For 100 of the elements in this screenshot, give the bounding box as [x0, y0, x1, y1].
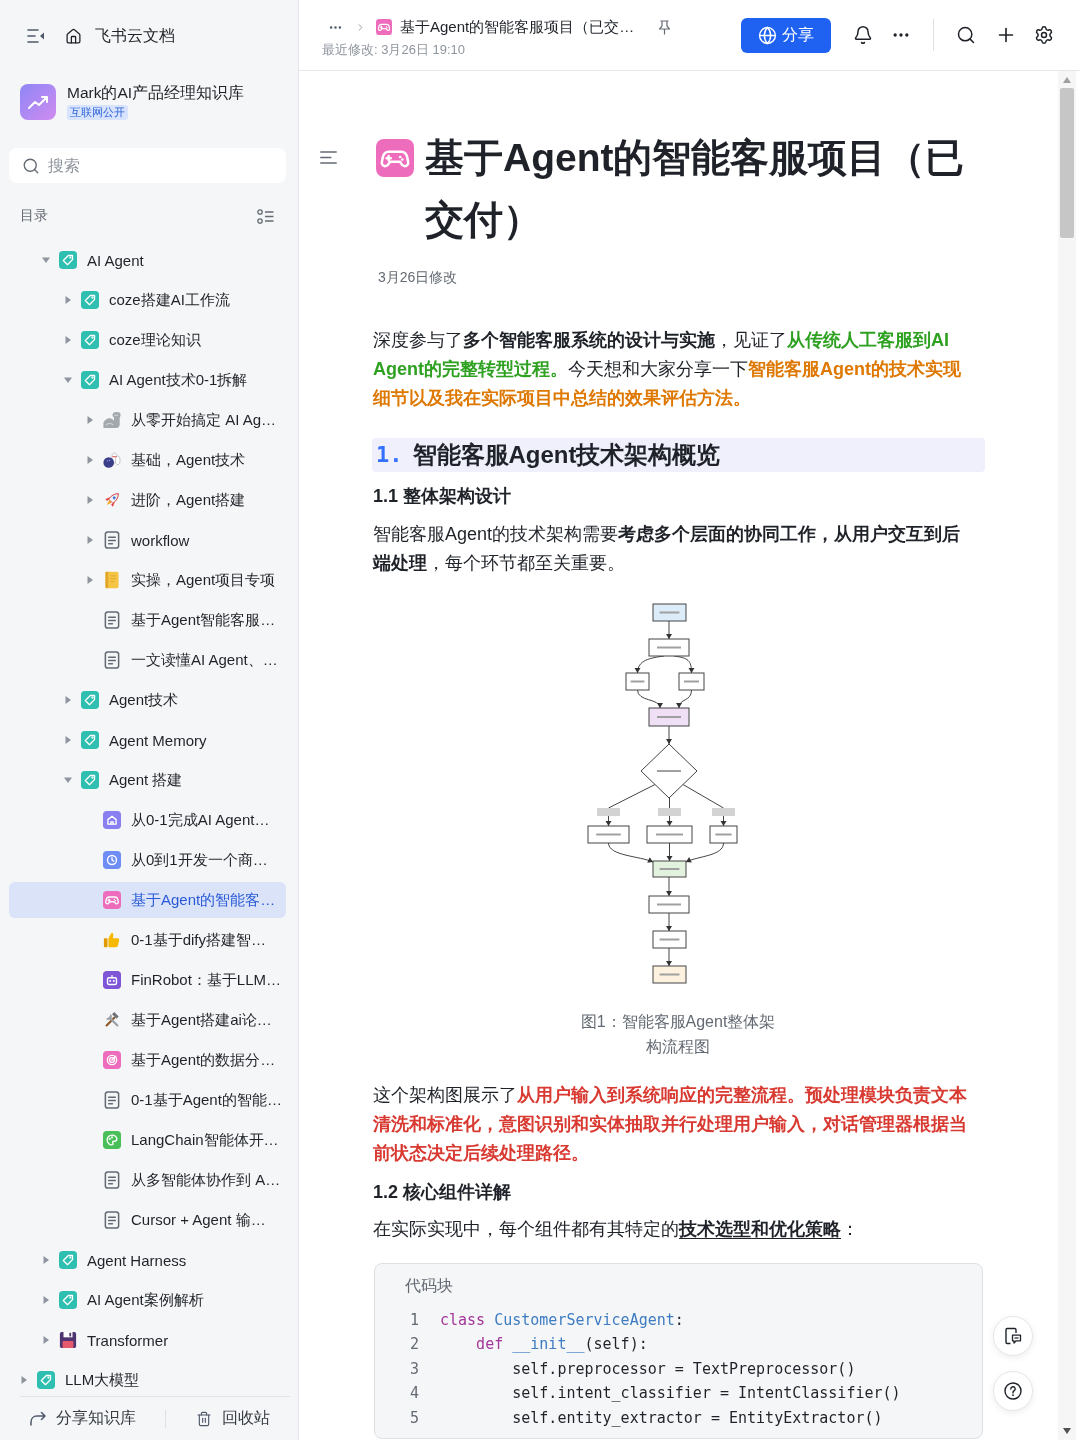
target-icon: [103, 1051, 121, 1069]
caret-icon[interactable]: [86, 576, 94, 584]
house-icon: [103, 811, 121, 829]
flowchart-node: [625, 672, 650, 691]
tree-item[interactable]: 从多智能体协作到 A…: [9, 1162, 286, 1198]
edge-label: [597, 808, 620, 816]
gamepad-icon: [103, 891, 121, 909]
tree-item[interactable]: Agent 搭建: [9, 762, 286, 798]
gamepad-icon: [376, 139, 414, 177]
tree-item[interactable]: Transformer: [9, 1322, 286, 1358]
connector-line: [682, 784, 724, 809]
tag-icon: [37, 1371, 55, 1389]
code-line: self.intent_classifier = IntentClassifier(): [511, 1384, 901, 1403]
visibility-badge: 互联网公开: [67, 105, 128, 120]
tree-item[interactable]: workflow: [9, 522, 286, 558]
caret-icon[interactable]: [64, 336, 72, 344]
bell-icon[interactable]: [853, 25, 873, 45]
caret-icon[interactable]: [42, 1296, 50, 1304]
caret-icon[interactable]: [86, 456, 94, 464]
tree-item[interactable]: 0-1基于Agent的智能…: [9, 1082, 286, 1118]
flowchart-node: [678, 672, 705, 691]
pin-icon[interactable]: [658, 19, 672, 35]
caret-icon[interactable]: [86, 536, 94, 544]
code-line: self.preprocessor = TextPreprocessor(): [511, 1359, 856, 1378]
collapse-sidebar-icon[interactable]: [27, 28, 45, 44]
tree-item[interactable]: 实操，Agent项目专项: [9, 562, 286, 598]
globe-icon: [758, 25, 777, 45]
comments-button[interactable]: [993, 1316, 1033, 1356]
paragraph: 在实际实现中，每个组件都有其特定的技术选型和优化策略：: [373, 1218, 860, 1241]
tree-item[interactable]: LLM大模型: [9, 1362, 286, 1396]
tree-item[interactable]: FinRobot：基于LLM…: [9, 962, 286, 998]
home-icon: [65, 27, 82, 45]
caret-icon[interactable]: [64, 696, 72, 704]
scroll-down-arrow-icon[interactable]: [1063, 1428, 1071, 1434]
section-heading: 1.2 核心组件详解: [373, 1180, 512, 1204]
flowchart-node: [709, 825, 738, 844]
caret-icon[interactable]: [86, 496, 94, 504]
list-icon[interactable]: [257, 208, 274, 224]
tree-item[interactable]: Cursor + Agent 输…: [9, 1202, 286, 1238]
scrollbar-thumb[interactable]: [1060, 88, 1074, 238]
tag-icon: [81, 771, 99, 789]
document-icon: [103, 1171, 121, 1189]
tree-item[interactable]: 基于Agent搭建ai论…: [9, 1002, 286, 1038]
home-link[interactable]: 飞书云文档: [65, 25, 175, 47]
tree-item[interactable]: 从0-1完成AI Agent…: [9, 802, 286, 838]
caret-icon[interactable]: [64, 296, 72, 304]
tree-item[interactable]: AI Agent技术0-1拆解: [9, 362, 286, 398]
document-title: 基于Agent的智能客服项目（已交付）: [425, 135, 966, 243]
tree-item[interactable]: 基于Agent的智能客…: [9, 882, 286, 918]
tree-item[interactable]: Agent Harness: [9, 1242, 286, 1278]
tree-item[interactable]: 基于Agent智能客服…: [9, 602, 286, 638]
code-block-label: 代码块: [405, 1275, 453, 1296]
flowchart-arrow: [685, 842, 724, 863]
last-modified-text: 最近修改: 3月26日 19:10: [322, 41, 466, 59]
share-knowledge-base-button[interactable]: 分享知识库: [30, 1408, 136, 1429]
caret-icon[interactable]: [42, 1256, 50, 1264]
caret-icon[interactable]: [64, 736, 72, 744]
search-icon[interactable]: [956, 25, 976, 45]
tree-item[interactable]: 进阶，Agent搭建: [9, 482, 286, 518]
tree-item[interactable]: coze理论知识: [9, 322, 286, 358]
caret-icon[interactable]: [20, 1376, 28, 1384]
tree-item[interactable]: Agent技术: [9, 682, 286, 718]
robot-icon: [103, 971, 121, 989]
caret-icon[interactable]: [64, 776, 72, 784]
recycle-bin-button[interactable]: 回收站: [196, 1408, 270, 1429]
caret-icon[interactable]: [64, 376, 72, 384]
gamepad-icon: [376, 19, 392, 35]
flowchart-arrow: [666, 620, 672, 640]
tree-item[interactable]: 0-1基于dify搭建智…: [9, 922, 286, 958]
section-heading: 1.1 整体架构设计: [373, 485, 512, 508]
flowchart-arrow: [608, 842, 654, 863]
connector-line: [608, 784, 656, 809]
tag-icon: [59, 1251, 77, 1269]
tree-item[interactable]: Agent Memory: [9, 722, 286, 758]
tree-item[interactable]: AI Agent案例解析: [9, 1282, 286, 1318]
settings-icon[interactable]: [1034, 25, 1054, 45]
tree-item[interactable]: AI Agent: [9, 242, 286, 278]
tree-item[interactable]: 从零开始搞定 AI Ag…: [9, 402, 286, 438]
tree-item[interactable]: 基于Agent的数据分…: [9, 1042, 286, 1078]
share-button[interactable]: 分享: [741, 17, 831, 53]
tree-item[interactable]: 一文读懂AI Agent、…: [9, 642, 286, 678]
tree-item[interactable]: coze搭建AI工作流: [9, 282, 286, 318]
paragraph: 深度参与了多个智能客服系统的设计与实施，见证了从传统人工客服到AI Agent的完整转型过程。今天想和大家分享一下智能客服Agent的技术实现细节以及我在实际项目中总结的效果评估方法。: [373, 328, 962, 410]
tree-item[interactable]: 基础，Agent技术: [9, 442, 286, 478]
caret-icon[interactable]: [86, 416, 94, 424]
search-field[interactable]: 搜索: [9, 148, 286, 183]
tree-item[interactable]: LangChain智能体开…: [9, 1122, 286, 1158]
line-number: 3: [409, 1359, 421, 1378]
outline-icon[interactable]: [320, 151, 337, 164]
caret-icon[interactable]: [42, 256, 50, 264]
tree-item[interactable]: 从0到1开发一个商…: [9, 842, 286, 878]
caret-icon[interactable]: [42, 1336, 50, 1344]
flowchart-arrow: [666, 725, 672, 745]
flowchart-node: [652, 930, 687, 949]
tag-icon: [81, 331, 99, 349]
flowchart-arrow: [666, 876, 672, 897]
flowchart-node: [652, 965, 687, 984]
scroll-up-arrow-icon[interactable]: [1063, 77, 1071, 83]
help-button[interactable]: [993, 1371, 1033, 1411]
paragraph: 智能客服Agent的技术架构需要考虑多个层面的协同工作，从用户交互到后端处理，每个环节都至关重要。: [373, 522, 962, 575]
